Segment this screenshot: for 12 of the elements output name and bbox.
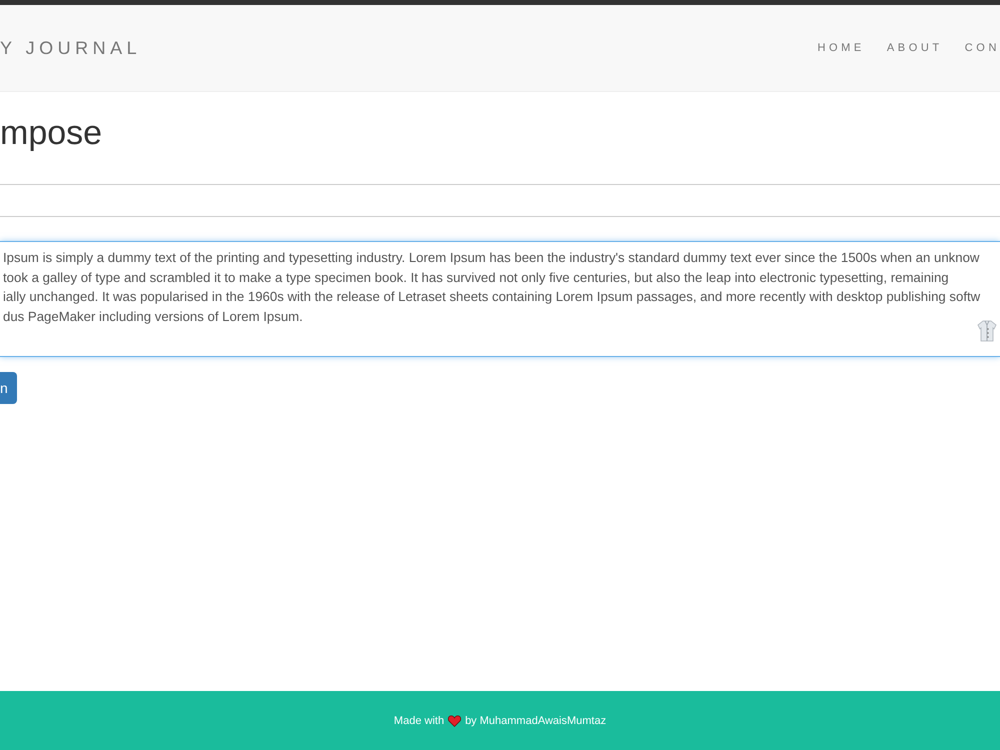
footer-text: Made with bbox=[394, 714, 444, 726]
post-body-textarea[interactable]: Ipsum is simply a dummy text of the printing and typesetting industry. Lorem Ipsum has been the industry's standard dummy text ever since the 1500s when an unknow took a galley of type and scrambled it to make a type specimen book. It has survived not only five centuries, but also the leap into electronic typesetting, remaining ially unchanged. It was popularised in the 1960s with the release of Letraset sheets containing Lorem Ipsum passages, and more recently with desktop publishing softw dus PageMaker including versions of Lorem Ipsum. bbox=[0, 241, 1000, 357]
nav-link[interactable]: ABOUT bbox=[886, 42, 943, 54]
brand-name[interactable]: Y JOURNAL bbox=[0, 38, 142, 58]
heart-icon bbox=[448, 714, 462, 726]
publish-button[interactable]: n bbox=[0, 372, 17, 404]
footer-text: by MuhammadAwaisMumtaz bbox=[465, 714, 606, 726]
nav-link[interactable]: HOME bbox=[817, 42, 865, 54]
page-heading: mpose bbox=[0, 113, 104, 154]
title-input-field[interactable] bbox=[0, 184, 1000, 217]
nav-link[interactable]: CON bbox=[964, 42, 1000, 54]
shirt-icon[interactable] bbox=[977, 320, 997, 342]
